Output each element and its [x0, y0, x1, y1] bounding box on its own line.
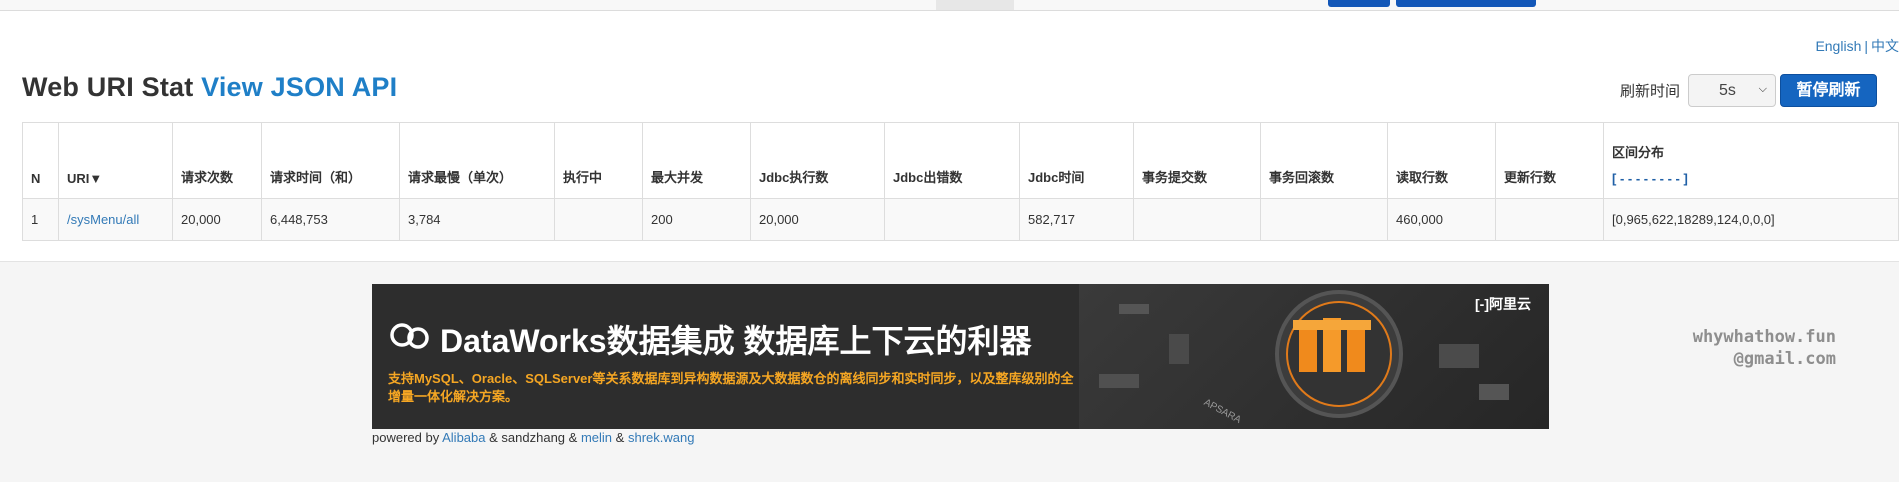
cell-histogram: [0,965,622,18289,124,0,0,0]: [1603, 198, 1899, 241]
chinese-link[interactable]: 中文: [1871, 38, 1899, 54]
col-tx-commit[interactable]: 事务提交数: [1133, 122, 1261, 199]
refresh-interval-select[interactable]: 5s ⌵: [1688, 74, 1776, 107]
refresh-label: 刷新时间: [1620, 83, 1681, 100]
english-link[interactable]: English: [1815, 38, 1861, 54]
cell-tx-commit: [1133, 198, 1261, 241]
cell-request-slowest: 3,784: [399, 198, 555, 241]
col-request-count[interactable]: 请求次数: [172, 122, 262, 199]
footer: DataWorks数据集成 数据库上下云的利器 支持MySQL、Oracle、S…: [0, 261, 1899, 482]
cell-n: 1: [22, 198, 59, 241]
cell-tx-rollback: [1260, 198, 1388, 241]
amp-separator: &: [568, 430, 578, 445]
cell-max-concurrent: 200: [642, 198, 751, 241]
sandzhang-text: sandzhang: [501, 430, 566, 445]
cell-jdbc-time: 582,717: [1019, 198, 1134, 241]
page-title: Web URI Stat View JSON API: [22, 72, 397, 103]
cell-running: [554, 198, 643, 241]
col-max-concurrent[interactable]: 最大并发: [642, 122, 751, 199]
col-request-time-sum[interactable]: 请求时间（和）: [261, 122, 400, 199]
amp-separator: &: [615, 430, 625, 445]
banner-text: 支持MySQL、Oracle、SQLServer等关系数据库到异构数据源及大数据…: [388, 371, 1074, 404]
view-json-api-link[interactable]: View JSON API: [201, 72, 397, 102]
powered-by: powered by Alibaba & sandzhang & melin &…: [372, 430, 694, 445]
powered-by-prefix: powered by: [372, 430, 440, 445]
col-jdbc-time[interactable]: Jdbc时间: [1019, 122, 1134, 199]
cell-uri: /sysMenu/all: [58, 198, 173, 241]
cell-fetch-rows: 460,000: [1387, 198, 1496, 241]
watermark-line2: @gmail.com: [1733, 349, 1836, 369]
refresh-interval-value: 5s: [1719, 82, 1736, 99]
col-running[interactable]: 执行中: [554, 122, 643, 199]
col-update-rows[interactable]: 更新行数: [1495, 122, 1604, 199]
pause-refresh-button[interactable]: 暂停刷新: [1780, 74, 1877, 107]
cell-update-rows: [1495, 198, 1604, 241]
top-navbar: [0, 0, 1899, 11]
uri-stat-table: N URI▼ 请求次数 请求时间（和） 请求最慢（单次） 执行中 最大并发 Jd…: [22, 122, 1899, 241]
page-title-text: Web URI Stat: [22, 72, 194, 102]
nav-active-tab[interactable]: [936, 0, 1014, 10]
uri-link[interactable]: /sysMenu/all: [67, 212, 139, 227]
dataworks-logo-icon: [390, 323, 429, 349]
col-jdbc-exec[interactable]: Jdbc执行数: [750, 122, 885, 199]
col-request-slowest[interactable]: 请求最慢（单次）: [399, 122, 555, 199]
histogram-header-label: 区间分布: [1612, 145, 1665, 160]
shrek-link[interactable]: shrek.wang: [628, 430, 694, 445]
nav-button-1[interactable]: [1328, 0, 1390, 7]
col-tx-rollback[interactable]: 事务回滚数: [1260, 122, 1388, 199]
histogram-header-range: [ - - - - - - - - ]: [1612, 171, 1688, 186]
dataworks-ad-banner[interactable]: DataWorks数据集成 数据库上下云的利器 支持MySQL、Oracle、S…: [372, 284, 1549, 429]
banner-title: DataWorks数据集成 数据库上下云的利器: [440, 323, 1032, 359]
col-histogram: 区间分布 [ - - - - - - - - ]: [1603, 122, 1899, 199]
watermark-line1: whywhathow.fun: [1692, 327, 1836, 347]
melin-link[interactable]: melin: [581, 430, 612, 445]
alibaba-link[interactable]: Alibaba: [442, 430, 485, 445]
language-switch: English | 中文: [1815, 36, 1899, 56]
lang-separator: |: [1864, 38, 1868, 54]
table-header-row: N URI▼ 请求次数 请求时间（和） 请求最慢（单次） 执行中 最大并发 Jd…: [22, 122, 1899, 199]
amp-separator: &: [489, 430, 498, 445]
cell-jdbc-exec: 20,000: [750, 198, 885, 241]
aliyun-logo: [-]阿里云: [1475, 294, 1531, 314]
col-fetch-rows[interactable]: 读取行数: [1387, 122, 1496, 199]
cell-jdbc-error: [884, 198, 1020, 241]
table-row: 1 /sysMenu/all 20,000 6,448,753 3,784 20…: [22, 198, 1899, 241]
col-jdbc-error[interactable]: Jdbc出错数: [884, 122, 1020, 199]
aliyun-logo-text: 阿里云: [1489, 296, 1531, 312]
cell-request-count: 20,000: [172, 198, 262, 241]
col-n: N: [22, 122, 59, 199]
chevron-down-icon: ⌵: [1758, 83, 1767, 95]
aliyun-bracket-icon: [-]: [1475, 296, 1489, 312]
orange-chip-icon: [1293, 318, 1371, 372]
watermark: whywhathow.fun @gmail.com: [1676, 326, 1836, 370]
col-uri[interactable]: URI▼: [58, 122, 173, 199]
cell-request-time-sum: 6,448,753: [261, 198, 400, 241]
nav-button-2[interactable]: [1396, 0, 1536, 7]
